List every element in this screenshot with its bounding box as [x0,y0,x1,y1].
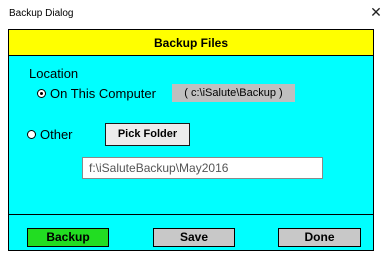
location-label: Location [29,66,79,81]
header-bar: Backup Files [9,30,373,56]
radio-label-on-this-computer: On This Computer [50,86,156,101]
footer-divider [9,214,373,215]
other-path-field[interactable]: f:\iSaluteBackup\May2016 [82,157,323,179]
radio-label-other: Other [40,127,73,142]
radio-other[interactable]: Other [27,127,73,142]
close-icon[interactable]: ✕ [368,4,384,22]
save-button[interactable]: Save [153,228,235,247]
computer-path-label: ( c:\iSalute\Backup ) [172,84,295,102]
dialog-body: Backup Files Location On This Computer (… [8,29,374,251]
backup-button[interactable]: Backup [27,228,109,247]
radio-button-checked[interactable] [37,89,46,98]
title-bar: Backup Dialog ✕ [0,0,384,28]
window-title: Backup Dialog [9,8,74,19]
done-button[interactable]: Done [278,228,361,247]
radio-button-unchecked[interactable] [27,130,36,139]
header-title: Backup Files [153,36,229,50]
pick-folder-button[interactable]: Pick Folder [105,123,190,146]
radio-on-this-computer[interactable]: On This Computer [37,86,156,101]
